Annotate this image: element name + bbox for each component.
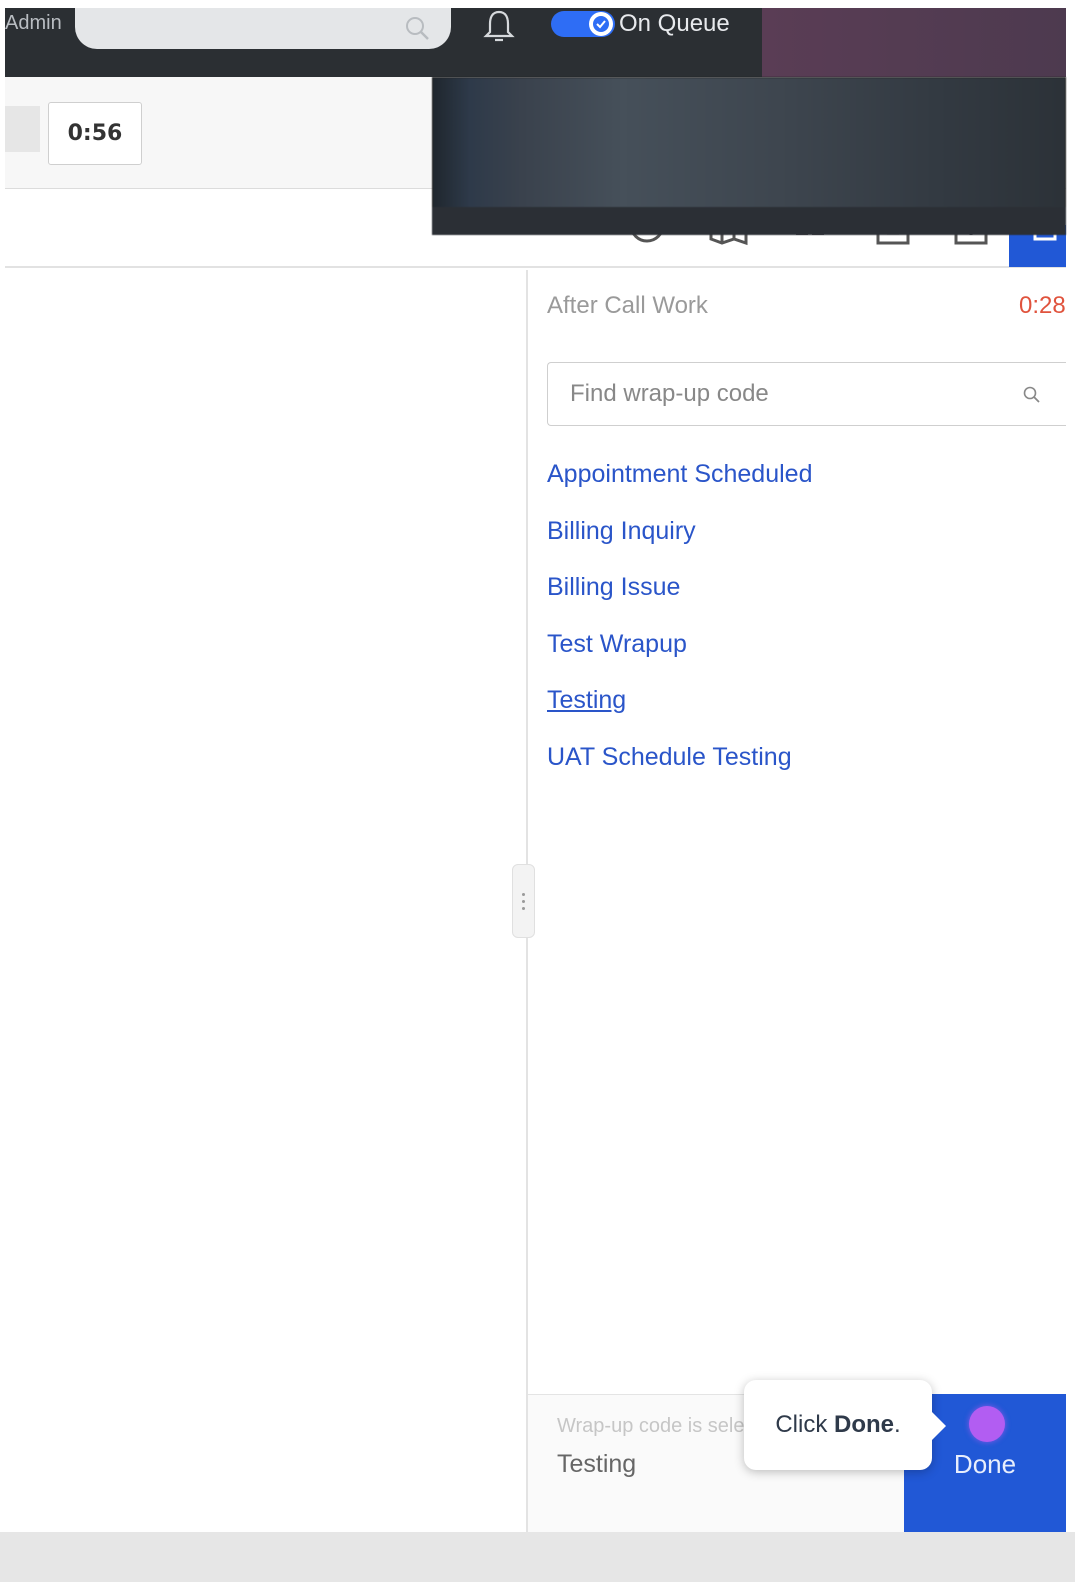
selected-code-label: Wrap-up code is selected	[557, 1415, 747, 1437]
panel-resize-handle[interactable]	[512, 864, 535, 938]
wrapup-search-field[interactable]	[547, 362, 1066, 426]
blurred-video-overlay	[432, 77, 1066, 235]
bottom-status-strip	[0, 1532, 1075, 1582]
check-icon	[589, 12, 613, 36]
after-call-work-timer: 0:28	[1019, 292, 1065, 319]
tooltip-text: Click Done.	[775, 1411, 901, 1438]
on-queue-toggle[interactable]	[551, 11, 615, 37]
interaction-tab[interactable]	[5, 106, 40, 152]
guide-tooltip: Click Done.	[744, 1380, 946, 1470]
selected-code-value: Testing	[557, 1450, 637, 1478]
interaction-details-panel	[5, 270, 526, 1532]
profile-area[interactable]	[762, 8, 1066, 77]
wrapup-code-list: Appointment Scheduled Billing Inquiry Bi…	[547, 458, 812, 797]
search-icon	[403, 14, 433, 49]
click-highlight-dot	[969, 1406, 1005, 1442]
wrapup-code-uat-schedule-testing[interactable]: UAT Schedule Testing	[547, 741, 812, 798]
wrapup-code-appointment-scheduled[interactable]: Appointment Scheduled	[547, 458, 812, 515]
call-timer: 0:56	[48, 102, 142, 165]
top-navigation-bar: Admin On Queue	[5, 8, 1066, 77]
global-search-input[interactable]	[75, 8, 451, 49]
notifications-bell-icon[interactable]	[479, 8, 519, 49]
wrapup-search-input[interactable]	[570, 377, 1010, 411]
queue-status-label: On Queue	[619, 10, 730, 37]
wrapup-code-test-wrapup[interactable]: Test Wrapup	[547, 628, 812, 685]
admin-menu[interactable]: Admin	[5, 12, 62, 35]
wrapup-code-testing[interactable]: Testing	[547, 684, 812, 741]
search-icon	[1022, 385, 1042, 410]
wrapup-code-billing-issue[interactable]: Billing Issue	[547, 571, 812, 628]
wrapup-code-billing-inquiry[interactable]: Billing Inquiry	[547, 515, 812, 572]
after-call-work-heading: After Call Work	[547, 292, 708, 319]
